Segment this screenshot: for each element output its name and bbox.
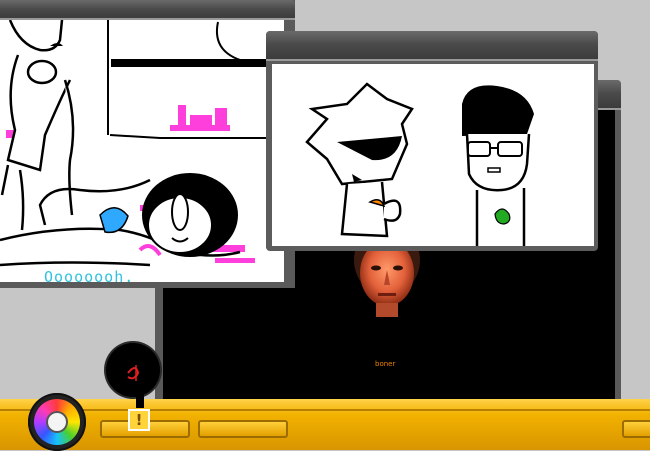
sketch-caption: Oooooooh. <box>44 268 135 282</box>
scribble-icon <box>127 365 140 381</box>
chat-bubble-icon[interactable] <box>106 343 160 397</box>
color-wheel-hub <box>48 413 66 431</box>
chat-bubble-tail <box>136 392 144 408</box>
sketch-window-titlebar[interactable] <box>0 0 295 20</box>
comic-window-content <box>272 64 594 246</box>
two-characters-sketch <box>305 82 534 246</box>
taskbar <box>0 399 650 450</box>
color-wheel-icon[interactable] <box>28 393 86 451</box>
taskbar-slot-2[interactable] <box>198 420 288 438</box>
sketch-window-content: Oooooooh. <box>0 20 284 282</box>
comic-window-titlebar[interactable] <box>266 31 598 61</box>
sketch-window[interactable]: Oooooooh. <box>0 0 295 288</box>
alert-icon[interactable]: ! <box>128 409 150 431</box>
taskbar-rule <box>0 409 650 411</box>
massage-sketch <box>0 20 284 267</box>
comic-window[interactable] <box>266 31 598 251</box>
taskbar-slot-3[interactable] <box>622 420 650 438</box>
photo-caption: boner <box>375 360 396 368</box>
